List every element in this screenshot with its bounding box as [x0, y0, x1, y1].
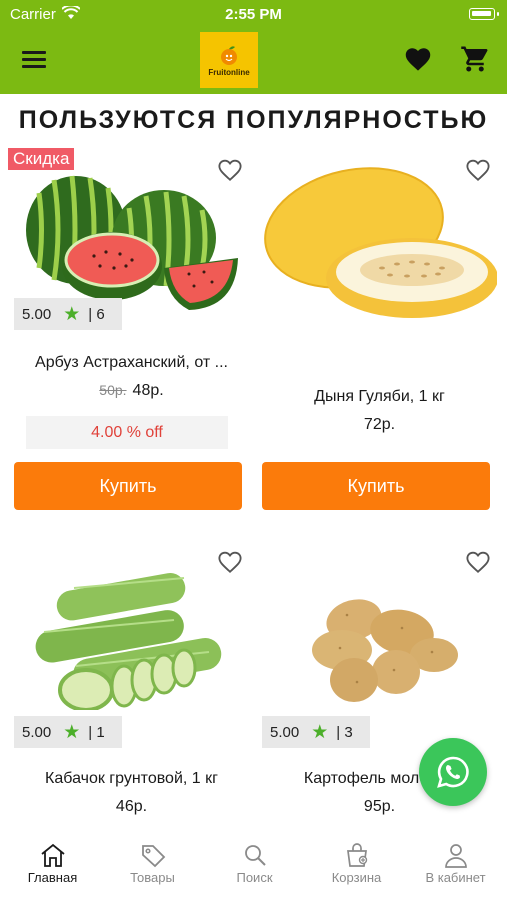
product-card[interactable]: Дыня Гуляби, 1 кг 72р. Купить: [262, 148, 497, 518]
status-time: 2:55 PM: [225, 6, 282, 23]
tab-cart-label: Корзина: [331, 870, 382, 885]
current-price: 48р.: [132, 382, 164, 399]
battery-icon: [469, 8, 499, 20]
basket-icon: [346, 843, 367, 867]
tab-account[interactable]: В кабинет: [405, 836, 506, 900]
rating-value: 5.00: [22, 305, 52, 323]
user-icon: [444, 844, 467, 868]
current-price: 46р.: [115, 798, 148, 815]
tab-search-label: Поиск: [236, 870, 273, 885]
star-icon: ★: [311, 721, 329, 743]
rating-badge: 5.00 ★ | 3: [262, 716, 370, 748]
buy-button[interactable]: Купить: [262, 462, 490, 510]
discount-label: 4.00 % off: [26, 416, 228, 449]
rating-value: 5.00: [22, 723, 52, 741]
tab-cart[interactable]: Корзина: [306, 836, 407, 900]
star-icon: ★: [63, 721, 81, 743]
review-count: | 3: [336, 723, 353, 741]
tag-icon: [141, 845, 165, 868]
review-count: | 6: [88, 305, 105, 323]
rating-badge: 5.00 ★ | 6: [14, 298, 122, 330]
product-name[interactable]: Кабачок грунтовой, 1 кг: [14, 770, 249, 788]
sale-badge: Скидка: [8, 148, 75, 170]
melon-image[interactable]: [262, 148, 497, 318]
orange-icon: [221, 45, 237, 65]
tab-account-label: В кабинет: [425, 870, 486, 885]
whatsapp-icon: [437, 756, 469, 788]
menu-icon[interactable]: [22, 49, 48, 69]
buy-button[interactable]: Купить: [14, 462, 242, 510]
old-price: 50р.: [99, 382, 127, 398]
bottom-tab-bar: Главная Товары Поиск Корзина В кабинет: [0, 836, 507, 900]
watermelon-image[interactable]: [14, 148, 249, 318]
status-bar: Carrier 2:55 PM: [0, 0, 507, 30]
product-name[interactable]: Арбуз Астраханский, от ...: [14, 354, 249, 372]
star-icon: ★: [63, 303, 81, 325]
favorite-heart-icon[interactable]: [217, 158, 243, 182]
brand-logo[interactable]: Fruitonline: [200, 32, 258, 88]
section-title: ПОЛЬЗУЮТСЯ ПОПУЛЯРНОСТЬЮ: [18, 106, 489, 134]
cart-icon[interactable]: [460, 44, 490, 74]
logo-text: Fruitonline: [208, 67, 250, 77]
product-name[interactable]: Дыня Гуляби, 1 кг: [262, 388, 497, 406]
whatsapp-button[interactable]: [419, 738, 487, 806]
app-header: Carrier 2:55 PM Fruitonline: [0, 0, 507, 94]
product-card[interactable]: 5.00 ★ | 1 Кабачок грунтовой, 1 кг 46р.: [14, 540, 249, 830]
price-line: 50р. 48р.: [14, 382, 249, 400]
current-price: 72р.: [363, 416, 396, 433]
product-card[interactable]: Скидка 5.00 ★ | 6 Арбуз Астраханский, от…: [8, 148, 249, 518]
tab-search[interactable]: Поиск: [204, 836, 305, 900]
search-icon: [244, 845, 266, 866]
review-count: | 1: [88, 723, 105, 741]
tab-products-label: Товары: [130, 870, 175, 885]
rating-badge: 5.00 ★ | 1: [14, 716, 122, 748]
favorite-heart-icon[interactable]: [465, 550, 491, 574]
tab-home[interactable]: Главная: [2, 836, 103, 900]
home-icon: [40, 843, 65, 867]
zucchini-image[interactable]: [14, 540, 249, 710]
tab-home-label: Главная: [27, 870, 78, 885]
favorites-heart-icon[interactable]: [404, 46, 432, 72]
favorite-heart-icon[interactable]: [217, 550, 243, 574]
tab-products[interactable]: Товары: [102, 836, 203, 900]
potato-image[interactable]: [262, 540, 497, 710]
favorite-heart-icon[interactable]: [465, 158, 491, 182]
rating-value: 5.00: [270, 723, 300, 741]
